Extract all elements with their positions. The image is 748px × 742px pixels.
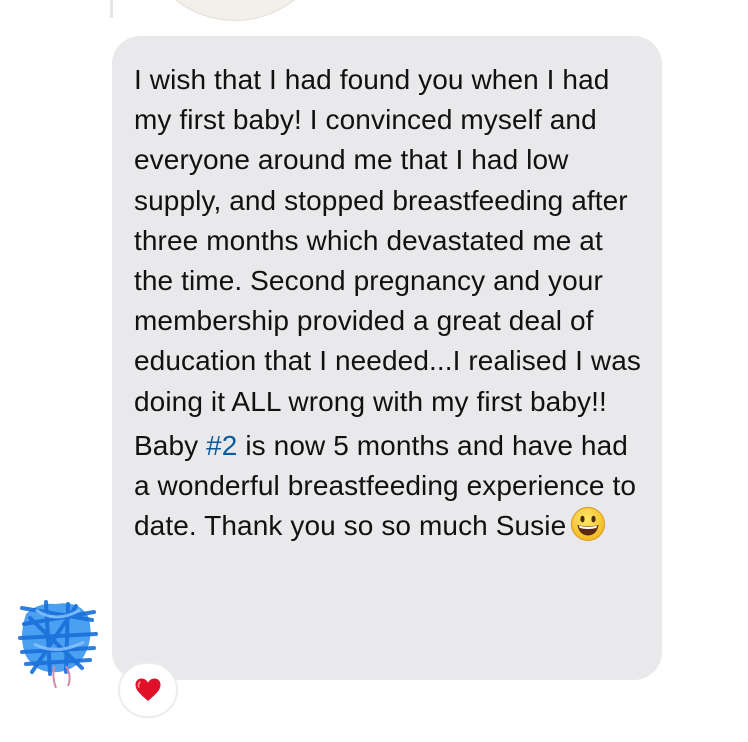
reaction-badge[interactable] xyxy=(120,664,176,716)
message-bubble[interactable]: I wish that I had found you when I had m… xyxy=(112,36,662,680)
grinning-face-icon xyxy=(570,506,606,542)
hashtag-link[interactable]: #2 xyxy=(206,430,237,461)
previous-message-image[interactable] xyxy=(145,0,325,21)
scribbled-avatar-icon xyxy=(18,600,98,689)
avatar[interactable] xyxy=(16,594,98,692)
message-paragraph-2: Baby #2 is now 5 months and have had a w… xyxy=(134,426,642,547)
thread-connector-line xyxy=(110,0,113,18)
red-heart-icon xyxy=(135,678,161,701)
message-text: Baby xyxy=(134,429,207,461)
message-paragraph-1: I wish that I had found you when I had m… xyxy=(134,64,641,417)
